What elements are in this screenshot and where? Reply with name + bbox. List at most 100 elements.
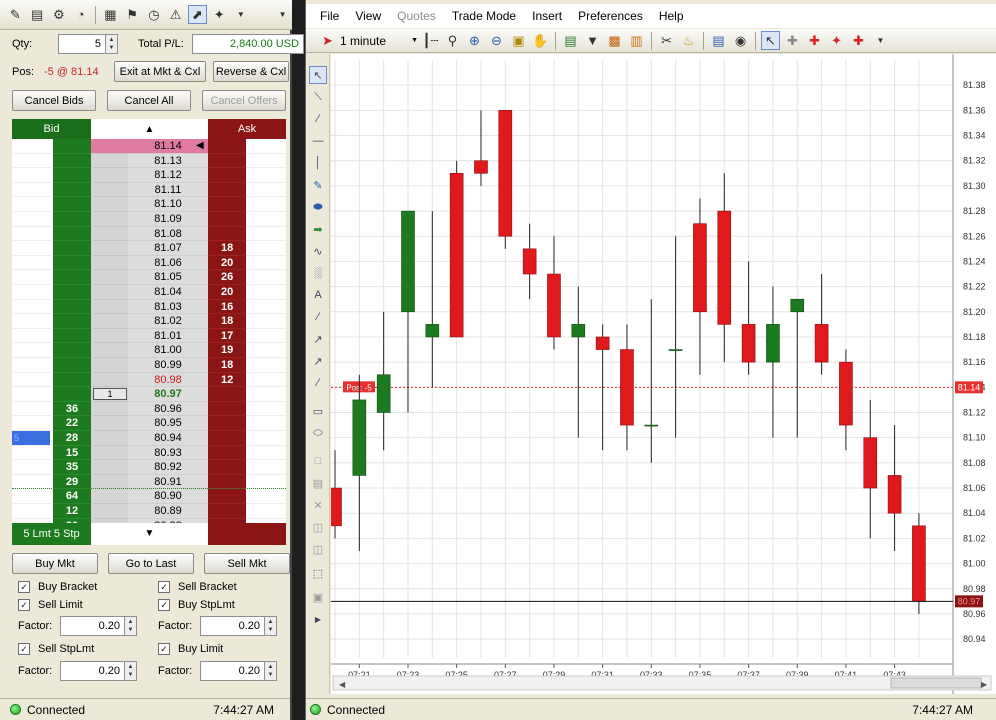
shape-tool-icon[interactable]: ⬬ (309, 198, 327, 216)
bell-icon[interactable]: ♨ (679, 31, 698, 50)
sell-stplmt-option[interactable]: ✓ Sell StpLmt (18, 643, 94, 655)
menu-file[interactable]: File (306, 9, 347, 23)
buy-market-button[interactable]: Buy Mkt (12, 553, 98, 574)
ray-tool-icon[interactable]: ∕ (309, 110, 327, 128)
ask-size-cell[interactable] (208, 387, 246, 402)
ask-size-cell[interactable] (208, 445, 246, 461)
sell-order-cell[interactable] (246, 373, 286, 388)
buy-order-cell[interactable] (12, 343, 53, 358)
exit-at-market-button[interactable]: Exit at Mkt & Cxl (114, 61, 206, 82)
horizontal-line-icon[interactable]: — (309, 132, 327, 150)
buy-order-cell[interactable] (12, 504, 53, 519)
sell-order-cell[interactable] (246, 431, 286, 446)
ask-size-cell[interactable] (208, 226, 246, 242)
sell-order-cell[interactable] (246, 314, 286, 329)
sell-bracket-checkbox[interactable]: ✓ (158, 581, 170, 593)
sell-order-cell[interactable] (246, 241, 286, 256)
sell-order-cell[interactable] (246, 387, 286, 402)
bid-size-cell[interactable] (53, 168, 91, 183)
buy-order-cell[interactable] (12, 285, 53, 300)
quantity-box[interactable]: 1 (93, 388, 127, 401)
price-cell[interactable]: 80.96 (128, 401, 208, 417)
arrow-tool-icon[interactable]: ➡ (309, 220, 327, 238)
zoom-icon[interactable]: ⚲ (443, 31, 462, 50)
stack-icon[interactable]: ◫ (309, 540, 327, 558)
select-area-icon[interactable]: ⬚ (309, 564, 327, 582)
bid-size-cell[interactable] (53, 241, 91, 256)
ladder-row[interactable]: 81.04 20 (12, 285, 286, 300)
sell-order-cell[interactable] (246, 154, 286, 169)
pointer-tool-icon[interactable]: ↖ (309, 66, 327, 84)
eye-icon[interactable]: ◉ (731, 31, 750, 50)
layers-icon[interactable]: ◫ (309, 518, 327, 536)
candlestick-chart[interactable]: 80.94 80.96 80.98 81.00 81.02 81.04 81.06 81.08… (328, 54, 996, 694)
sell-order-cell[interactable] (246, 212, 286, 227)
menu-view[interactable]: View (347, 9, 389, 23)
ladder-row[interactable]: 15 80.93 (12, 445, 286, 461)
buy-bracket-checkbox[interactable]: ✓ (18, 581, 30, 593)
layout-icon[interactable]: ▦ (101, 5, 120, 24)
fan-tool-icon[interactable]: ↗ (309, 352, 327, 370)
ladder-row[interactable]: 64 80.90 (12, 489, 286, 504)
buy-limit-option[interactable]: ✓ Buy Limit (158, 643, 223, 655)
tools-icon[interactable]: ✦ (210, 5, 229, 24)
ask-size-cell[interactable]: 20 (208, 255, 246, 271)
buy-order-cell[interactable] (12, 358, 53, 373)
factor-spinner-2[interactable]: ▲ ▼ (265, 616, 277, 636)
pointer-icon[interactable]: ↖ (761, 31, 780, 50)
price-cell[interactable]: 80.90 (128, 489, 208, 504)
ladder-row[interactable]: 81.03 16 (12, 299, 286, 315)
bid-size-cell[interactable] (53, 270, 91, 285)
sell-limit-option[interactable]: ✓ Sell Limit (18, 599, 83, 611)
buy-order-cell[interactable] (12, 300, 53, 315)
cancel-all-button[interactable]: Cancel All (107, 90, 191, 111)
menu-trade-mode[interactable]: Trade Mode (444, 9, 524, 23)
price-cell[interactable]: 81.08 (128, 226, 208, 242)
price-cell[interactable]: 81.07 (128, 241, 208, 256)
price-cell[interactable]: 81.04 (128, 285, 208, 300)
buy-order-cell[interactable] (12, 168, 53, 183)
scroll-right-icon[interactable]: ▶ (981, 680, 988, 689)
ladder-row[interactable]: 81.14 ◀ (12, 139, 286, 154)
buy-order-cell[interactable] (12, 270, 53, 285)
bid-size-cell[interactable]: 22 (53, 416, 91, 431)
settings-icon[interactable]: ⚙ (50, 5, 69, 24)
template-icon[interactable]: ▩ (605, 31, 624, 50)
bid-size-cell[interactable] (53, 328, 91, 344)
buy-order-cell[interactable] (12, 212, 53, 227)
ask-size-cell[interactable] (208, 401, 246, 417)
factor-spinner-1[interactable]: ▲ ▼ (125, 616, 137, 636)
qty-spinner[interactable]: ▲ ▼ (106, 34, 118, 54)
qty-input[interactable]: 5 (58, 34, 106, 54)
bid-size-cell[interactable] (53, 182, 91, 198)
factor-spinner-4[interactable]: ▲ ▼ (265, 661, 277, 681)
delete-icon[interactable]: ✕ (309, 496, 327, 514)
vertical-line-icon[interactable]: │ (309, 154, 327, 172)
cursor-icon[interactable]: ⬈ (187, 5, 207, 24)
bid-size-cell[interactable] (53, 255, 91, 271)
ladder-row[interactable]: 35 80.92 (12, 460, 286, 475)
sell-order-cell[interactable] (246, 416, 286, 431)
sell-order-cell[interactable] (246, 343, 286, 358)
buy-order-cell[interactable] (12, 183, 53, 198)
sell-order-cell[interactable] (246, 183, 286, 198)
ask-size-cell[interactable] (208, 460, 246, 475)
sell-order-cell[interactable] (246, 197, 286, 212)
factor-input-3[interactable]: 0.20 (60, 661, 125, 681)
menu-insert[interactable]: Insert (524, 9, 570, 23)
price-cell[interactable]: 80.95 (128, 416, 208, 431)
sell-order-cell[interactable] (246, 402, 286, 417)
ladder-row[interactable]: 81.10 (12, 197, 286, 212)
price-cell[interactable]: 81.10 (128, 197, 208, 212)
ladder-row[interactable]: 5 28 80.94 (12, 431, 286, 446)
price-cell[interactable]: 81.03 (128, 299, 208, 315)
price-cell[interactable]: 80.99 (128, 358, 208, 373)
factor-input-4[interactable]: 0.20 (200, 661, 265, 681)
price-cell[interactable]: 81.09 (128, 212, 208, 227)
menu-help[interactable]: Help (651, 9, 692, 23)
menu-preferences[interactable]: Preferences (570, 9, 651, 23)
bid-size-cell[interactable] (53, 197, 91, 212)
bid-size-cell[interactable] (53, 387, 91, 402)
ask-size-cell[interactable] (208, 489, 246, 504)
sell-order-cell[interactable] (246, 504, 286, 519)
